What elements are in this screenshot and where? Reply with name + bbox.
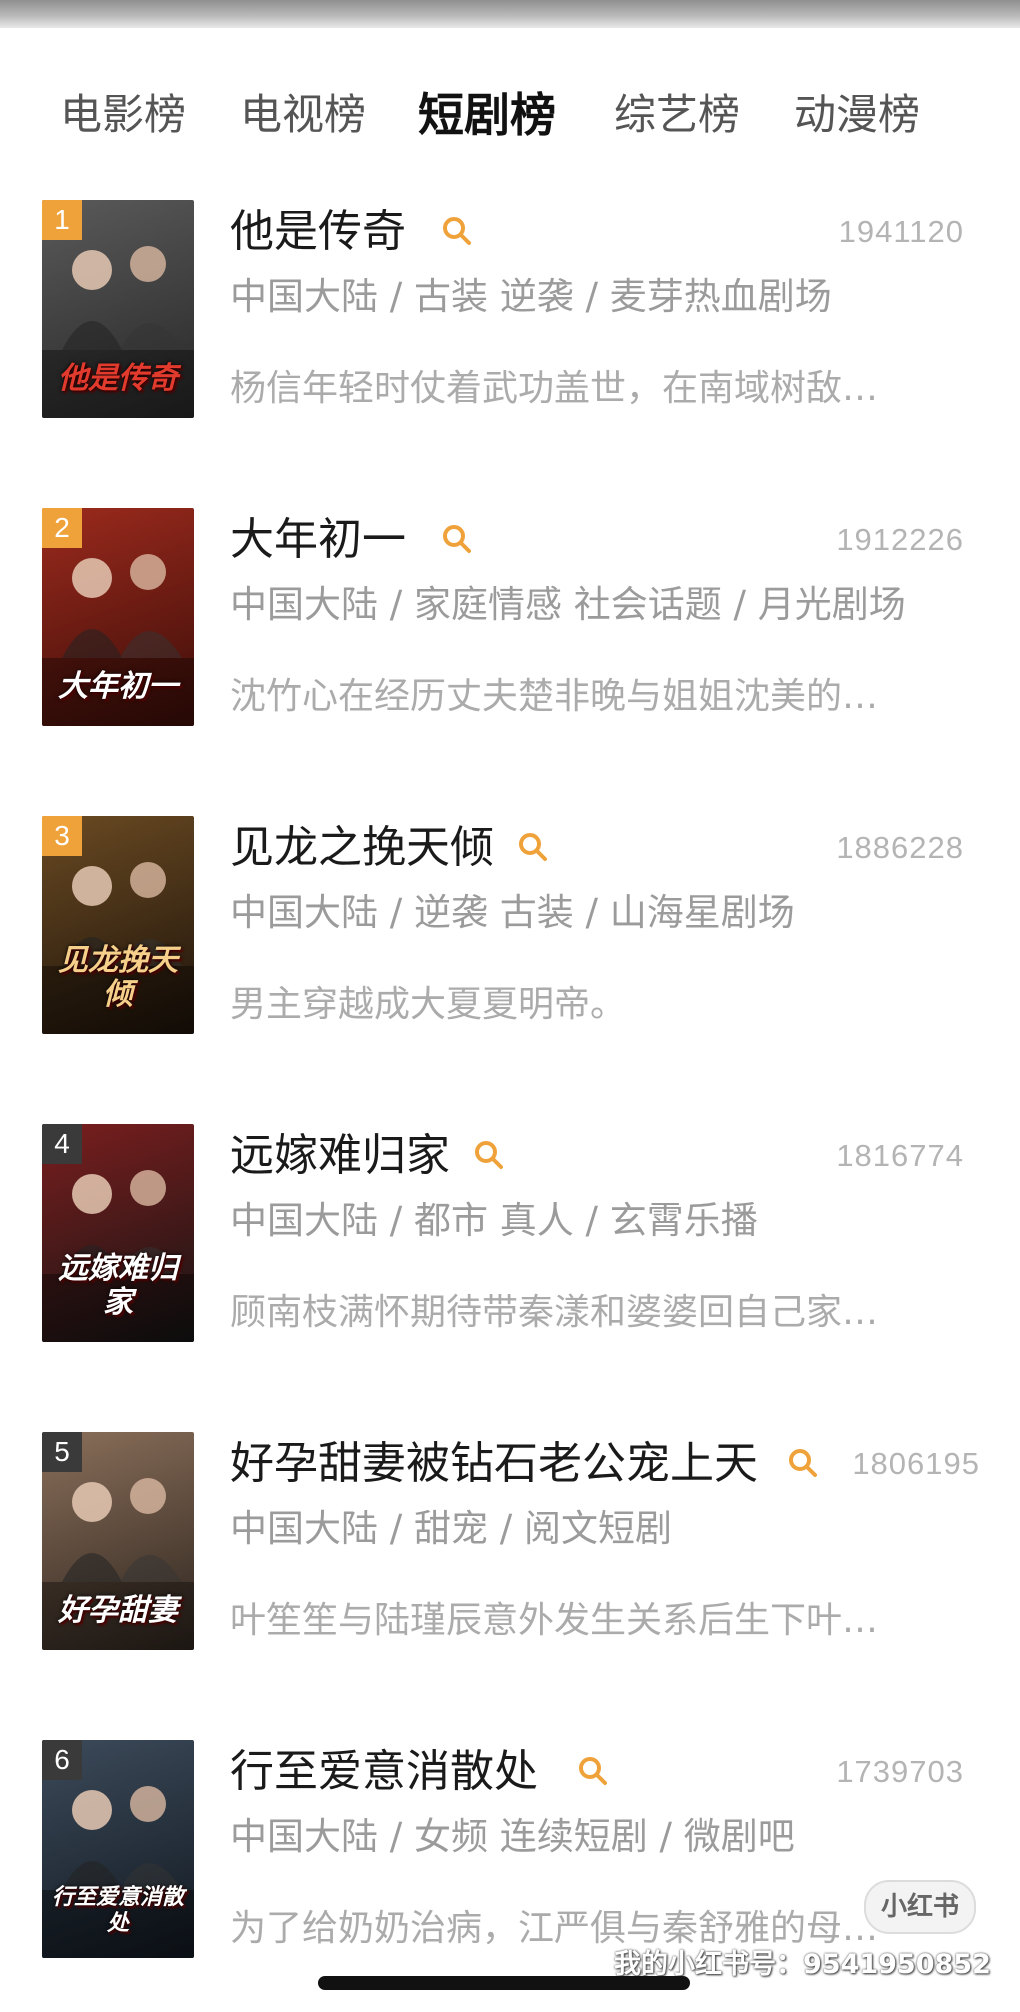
tab-anime[interactable]: 动漫榜 <box>794 75 920 155</box>
poster-shape <box>130 1478 166 1514</box>
view-count: 1886228 <box>836 830 964 865</box>
search-icon-handle <box>805 1465 817 1477</box>
poster-shape <box>72 1174 112 1214</box>
view-count: 1739703 <box>836 1754 964 1789</box>
poster-shape <box>130 862 166 898</box>
list-item[interactable]: 4 远嫁难归家 远嫁难归家 1816774 中国大陆 / 都市 真人 / 玄霄乐播顾南枝… <box>0 1124 1020 1354</box>
poster-image[interactable]: 5 好孕甜妻 <box>42 1432 194 1650</box>
poster-image[interactable]: 3 见龙挽天倾 <box>42 816 194 1034</box>
poster-shape <box>72 866 112 906</box>
rank-badge: 6 <box>42 1740 82 1780</box>
drama-description: 顾南枝满怀期待带秦漾和婆婆回自己家… <box>230 1292 879 1333</box>
view-count: 1806195 <box>852 1446 980 1481</box>
list-item[interactable]: 3 见龙挽天倾 见龙之挽天倾 1886228 中国大陆 / 逆袭 古装 / 山海星剧场男… <box>0 816 1020 1046</box>
poster-shape <box>130 246 166 282</box>
search-icon[interactable] <box>440 214 474 248</box>
poster-shape <box>130 1786 166 1822</box>
poster-image[interactable]: 2 大年初一 <box>42 508 194 726</box>
list-item[interactable]: 1 他是传奇 他是传奇 1941120 中国大陆 / 古装 逆袭 / 麦芽热血剧场 杨信年… <box>0 200 1020 430</box>
search-icon-handle <box>459 541 471 553</box>
drama-meta: 中国大陆 / 古装 逆袭 / 麦芽热血剧场 <box>230 275 832 318</box>
drama-title[interactable]: 行至爱意消散处 <box>230 1740 538 1804</box>
tab-variety[interactable]: 综艺榜 <box>614 75 740 155</box>
drama-meta: 中国大陆 / 甜宠 / 阅文短剧 <box>230 1507 672 1550</box>
search-icon[interactable] <box>786 1446 820 1480</box>
poster-title: 他是传奇 <box>58 361 178 396</box>
drama-meta: 中国大陆 / 女频 连续短剧 / 微剧吧 <box>230 1815 795 1858</box>
poster-shape <box>62 629 122 658</box>
rank-badge: 4 <box>42 1124 82 1164</box>
poster-shape <box>130 554 166 590</box>
search-icon-handle <box>459 233 471 245</box>
poster-title: 行至爱意消散处 <box>51 1884 184 1936</box>
tab-short-drama[interactable]: 短剧榜 <box>418 75 556 155</box>
drama-title[interactable]: 远嫁难归家 <box>230 1124 450 1188</box>
poster-title: 大年初一 <box>58 669 178 704</box>
poster-shape <box>120 631 182 658</box>
xiaohongshu-badge: 小红书 <box>864 1880 976 1934</box>
poster-shape <box>72 250 112 290</box>
search-icon-handle <box>491 1157 503 1169</box>
search-icon[interactable] <box>440 522 474 556</box>
list-item[interactable]: 2 大年初一 大年初一 1912226 中国大陆 / 家庭情感 社会话题 / 月光剧场沈… <box>0 508 1020 738</box>
category-tabs: 电影榜 电视榜 短剧榜 综艺榜 动漫榜 <box>0 75 1020 155</box>
view-count: 1941120 <box>838 214 964 249</box>
rank-badge: 2 <box>42 508 82 548</box>
drama-description: 叶笙笙与陆瑾辰意外发生关系后生下叶… <box>230 1600 879 1641</box>
poster-image[interactable]: 1 他是传奇 <box>42 200 194 418</box>
drama-description: 男主穿越成大夏夏明帝。 <box>230 984 627 1025</box>
tab-tv[interactable]: 电视榜 <box>240 75 366 155</box>
poster-shape <box>72 1790 112 1830</box>
drama-description: 杨信年轻时仗着武功盖世，在南域树敌… <box>230 368 879 409</box>
top-strip <box>0 0 1020 28</box>
poster-title: 远嫁难归家 <box>58 1251 178 1320</box>
drama-title[interactable]: 大年初一 <box>230 508 406 572</box>
poster-shape <box>130 1170 166 1206</box>
search-icon-handle <box>535 849 547 861</box>
poster-shape <box>120 1555 182 1582</box>
drama-title[interactable]: 见龙之挽天倾 <box>230 816 494 880</box>
rank-badge: 3 <box>42 816 82 856</box>
search-icon[interactable] <box>472 1138 506 1172</box>
list-item[interactable]: 5 好孕甜妻 好孕甜妻被钻石老公宠上天 1806195 中国大陆 / 甜宠 / 阅文短剧… <box>0 1432 1020 1662</box>
view-count: 1912226 <box>836 522 964 557</box>
view-count: 1816774 <box>836 1138 964 1173</box>
poster-title: 见龙挽天倾 <box>58 943 178 1012</box>
poster-image[interactable]: 6 行至爱意消散处 <box>42 1740 194 1958</box>
rank-badge: 5 <box>42 1432 82 1472</box>
drama-title[interactable]: 他是传奇 <box>230 200 406 264</box>
search-icon[interactable] <box>516 830 550 864</box>
search-icon-handle <box>595 1773 607 1785</box>
poster-image[interactable]: 4 远嫁难归家 <box>42 1124 194 1342</box>
drama-description: 沈竹心在经历丈夫楚非晚与姐姐沈美的… <box>230 676 879 717</box>
home-indicator <box>318 1976 690 1990</box>
drama-meta: 中国大陆 / 都市 真人 / 玄霄乐播 <box>230 1199 758 1242</box>
list-item[interactable]: 6 行至爱意消散处 行至爱意消散处 1739703 中国大陆 / 女频 连续短剧 / 微… <box>0 1740 1020 1970</box>
drama-meta: 中国大陆 / 逆袭 古装 / 山海星剧场 <box>230 891 795 934</box>
search-icon[interactable] <box>576 1754 610 1788</box>
poster-title: 好孕甜妻 <box>58 1593 178 1628</box>
poster-shape <box>72 1482 112 1522</box>
poster-shape <box>120 323 182 350</box>
poster-shape <box>62 1553 122 1582</box>
tab-movies[interactable]: 电影榜 <box>60 75 186 155</box>
drama-meta: 中国大陆 / 家庭情感 社会话题 / 月光剧场 <box>230 583 906 626</box>
drama-title[interactable]: 好孕甜妻被钻石老公宠上天 <box>230 1432 758 1496</box>
rank-badge: 1 <box>42 200 82 240</box>
poster-shape <box>72 558 112 598</box>
poster-shape <box>62 321 122 350</box>
